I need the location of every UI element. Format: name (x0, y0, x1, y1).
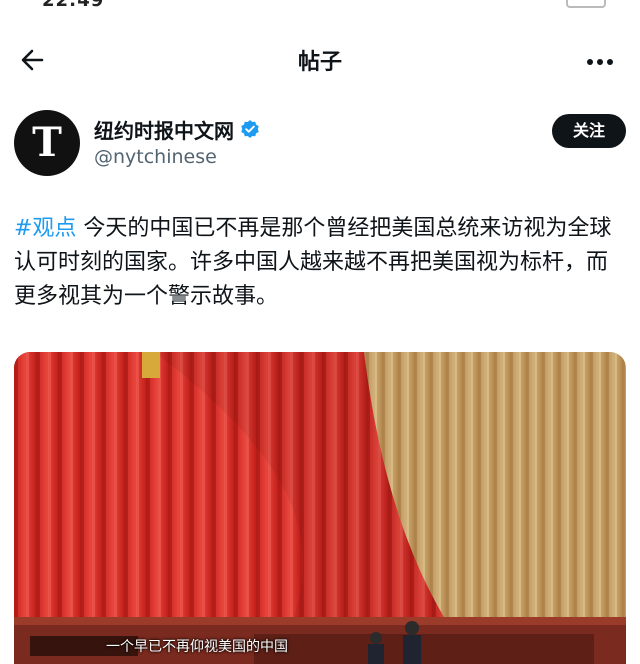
post-image[interactable] (14, 352, 626, 664)
post-body: #观点 今天的中国已不再是那个曾经把美国总统来访视为全球认可时刻的国家。许多中国… (14, 212, 626, 314)
curtain-photo (14, 352, 626, 664)
more-button[interactable] (578, 42, 622, 78)
page-title: 帖子 (297, 50, 342, 75)
verified-badge-icon (241, 120, 259, 138)
image-caption: 一个早已不再仰视美国的中国 (106, 639, 288, 655)
top-nav: 帖子 (0, 36, 640, 84)
status-bar: 22:49 (0, 0, 640, 14)
post-text: 今天的中国已不再是那个曾经把美国总统来访视为全球认可时刻的国家。许多中国人越来越… (14, 216, 612, 309)
battery-icon (566, 0, 606, 8)
hashtag-link[interactable]: #观点 (14, 216, 76, 241)
author-name-row: 纽约时报中文网 (94, 114, 260, 144)
author-name[interactable]: 纽约时报中文网 (94, 115, 234, 144)
author-handle[interactable]: @nytchinese (94, 146, 217, 168)
status-time: 22:49 (42, 0, 105, 11)
more-icon (587, 59, 613, 65)
follow-button[interactable]: 关注 (552, 114, 626, 148)
nyt-logo: T (32, 119, 62, 166)
avatar[interactable]: T (14, 110, 80, 176)
author-header: T 纽约时报中文网 @nytchinese 关注 (14, 108, 626, 180)
